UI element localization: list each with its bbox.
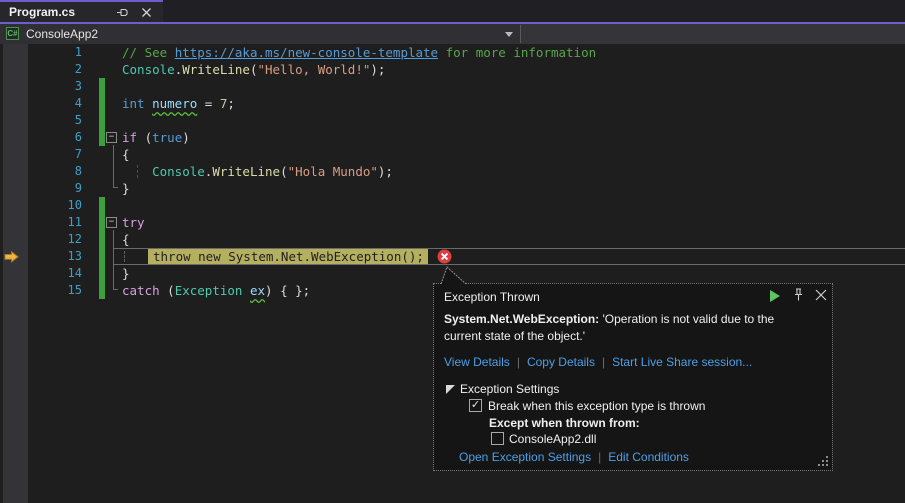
line-number: 10 <box>28 197 82 214</box>
line-number: 2 <box>28 61 82 78</box>
line-number: 7 <box>28 146 82 163</box>
code-text: } <box>122 265 130 282</box>
popup-action-links: View Details | Copy Details | Start Live Sha… <box>444 355 752 369</box>
link-start-live-share-session[interactable]: Start Live Share session... <box>612 355 752 369</box>
code-text: catch (Exception ex) { }; <box>122 282 310 299</box>
navbar-divider <box>520 25 521 43</box>
resize-grip-icon[interactable] <box>818 456 829 467</box>
line-number: 13 <box>28 248 82 265</box>
code-line-10[interactable]: 10 <box>0 197 905 214</box>
except-when-thrown-label: Except when thrown from: <box>489 416 640 430</box>
block-guide-if <box>113 145 114 188</box>
line-number: 4 <box>28 95 82 112</box>
code-line-9[interactable]: 9} <box>0 180 905 197</box>
expander-collapse-icon[interactable] <box>446 385 455 394</box>
change-tracking-bar <box>99 265 105 282</box>
csharp-project-icon: C# <box>6 27 19 40</box>
change-tracking-bar <box>99 129 105 146</box>
code-line-2[interactable]: 2 Console.WriteLine("Hello, World!"); <box>0 61 905 78</box>
tab-strip: Program.cs <box>0 0 905 22</box>
popup-footer-links: Open Exception Settings | Edit Conditions <box>459 450 689 464</box>
tab-title: Program.cs <box>9 5 75 19</box>
code-line-12[interactable]: 12 { <box>0 231 905 248</box>
code-line-7[interactable]: 7{ <box>0 146 905 163</box>
change-tracking-bar <box>99 231 105 248</box>
change-tracking-bar <box>99 197 105 214</box>
line-number: 12 <box>28 231 82 248</box>
link-separator: | <box>602 355 605 369</box>
line-number: 11 <box>28 214 82 231</box>
exception-error-icon[interactable] <box>437 249 452 264</box>
code-line-6[interactable]: 6 −if (true) <box>0 129 905 146</box>
line-number: 5 <box>28 112 82 129</box>
project-name: ConsoleApp2 <box>26 24 98 44</box>
code-text: if (true) <box>122 129 190 146</box>
line-number: 14 <box>28 265 82 282</box>
link-open-exception-settings[interactable]: Open Exception Settings <box>459 450 591 464</box>
code-line-11[interactable]: 11 −try <box>0 214 905 231</box>
link-separator: | <box>598 450 601 464</box>
line-number: 6 <box>28 129 82 146</box>
current-statement-highlight[interactable]: throw new System.Net.WebException(); <box>148 249 428 264</box>
pin-icon[interactable] <box>793 288 804 302</box>
code-text: Console.WriteLine("Hola Mundo"); <box>122 163 393 180</box>
pin-icon[interactable] <box>116 6 129 19</box>
close-icon[interactable] <box>140 6 153 19</box>
change-tracking-bar <box>99 248 105 265</box>
block-guide-try-tick <box>113 289 118 290</box>
break-when-thrown-checkbox[interactable]: ✓ <box>469 399 482 412</box>
indent-guide-if <box>137 165 138 178</box>
exception-settings-header: Exception Settings <box>460 382 559 396</box>
indent-guide-try <box>124 251 125 262</box>
fold-collapse-icon[interactable]: − <box>106 132 117 143</box>
code-line-3[interactable]: 3 <box>0 78 905 95</box>
chevron-down-icon[interactable] <box>505 32 513 37</box>
code-text: int numero = 7; <box>122 95 235 112</box>
project-dropdown[interactable]: C# ConsoleApp2 <box>0 24 520 44</box>
navigation-bar: C# ConsoleApp2 <box>0 24 905 44</box>
popup-callout-notch <box>436 265 472 285</box>
code-text: try <box>122 214 145 231</box>
fold-collapse-icon[interactable]: − <box>106 217 117 228</box>
code-text: Console.WriteLine("Hello, World!"); <box>122 61 385 78</box>
line-number: 1 <box>28 44 82 61</box>
exception-message: System.Net.WebException: 'Operation is n… <box>444 311 800 345</box>
line-number: 3 <box>28 78 82 95</box>
link-copy-details[interactable]: Copy Details <box>527 355 595 369</box>
change-tracking-bar <box>99 214 105 231</box>
block-guide-if-tick <box>113 187 118 188</box>
line-number: 15 <box>28 282 82 299</box>
popup-title: Exception Thrown <box>444 290 540 304</box>
change-tracking-bar <box>99 112 105 129</box>
code-text: { <box>122 231 130 248</box>
link-view-details[interactable]: View Details <box>444 355 510 369</box>
exception-type: System.Net.WebException: <box>444 312 599 326</box>
code-text: // See https://aka.ms/new-console-templa… <box>122 44 596 61</box>
link-edit-conditions[interactable]: Edit Conditions <box>608 450 689 464</box>
break-when-thrown-label[interactable]: Break when this exception type is thrown <box>488 399 705 413</box>
change-tracking-bar <box>99 78 105 95</box>
link-separator: | <box>517 355 520 369</box>
code-line-5[interactable]: 5 <box>0 112 905 129</box>
current-statement-arrow-icon <box>4 251 19 263</box>
line-number: 8 <box>28 163 82 180</box>
code-line-1[interactable]: 1 // See https://aka.ms/new-console-templ… <box>0 44 905 61</box>
module-label[interactable]: ConsoleApp2.dll <box>509 432 596 446</box>
vs-editor-window: Program.cs C# ConsoleApp2 1 // See https:… <box>0 0 905 503</box>
continue-execution-icon[interactable] <box>770 290 780 302</box>
code-text: { <box>122 146 130 163</box>
current-line-box[interactable]: throw new System.Net.WebException(); <box>113 248 905 265</box>
line-number: 9 <box>28 180 82 197</box>
code-line-4[interactable]: 4 int numero = 7; <box>0 95 905 112</box>
tab-program-cs[interactable]: Program.cs <box>0 0 163 22</box>
code-text: } <box>122 180 130 197</box>
exception-thrown-popup: Exception Thrown System.Net.WebException… <box>433 283 833 471</box>
module-checkbox[interactable] <box>491 432 504 445</box>
code-line-8[interactable]: 8 Console.WriteLine("Hola Mundo"); <box>0 163 905 180</box>
close-icon[interactable] <box>815 289 827 301</box>
change-tracking-bar <box>99 282 105 299</box>
change-tracking-bar <box>99 95 105 112</box>
